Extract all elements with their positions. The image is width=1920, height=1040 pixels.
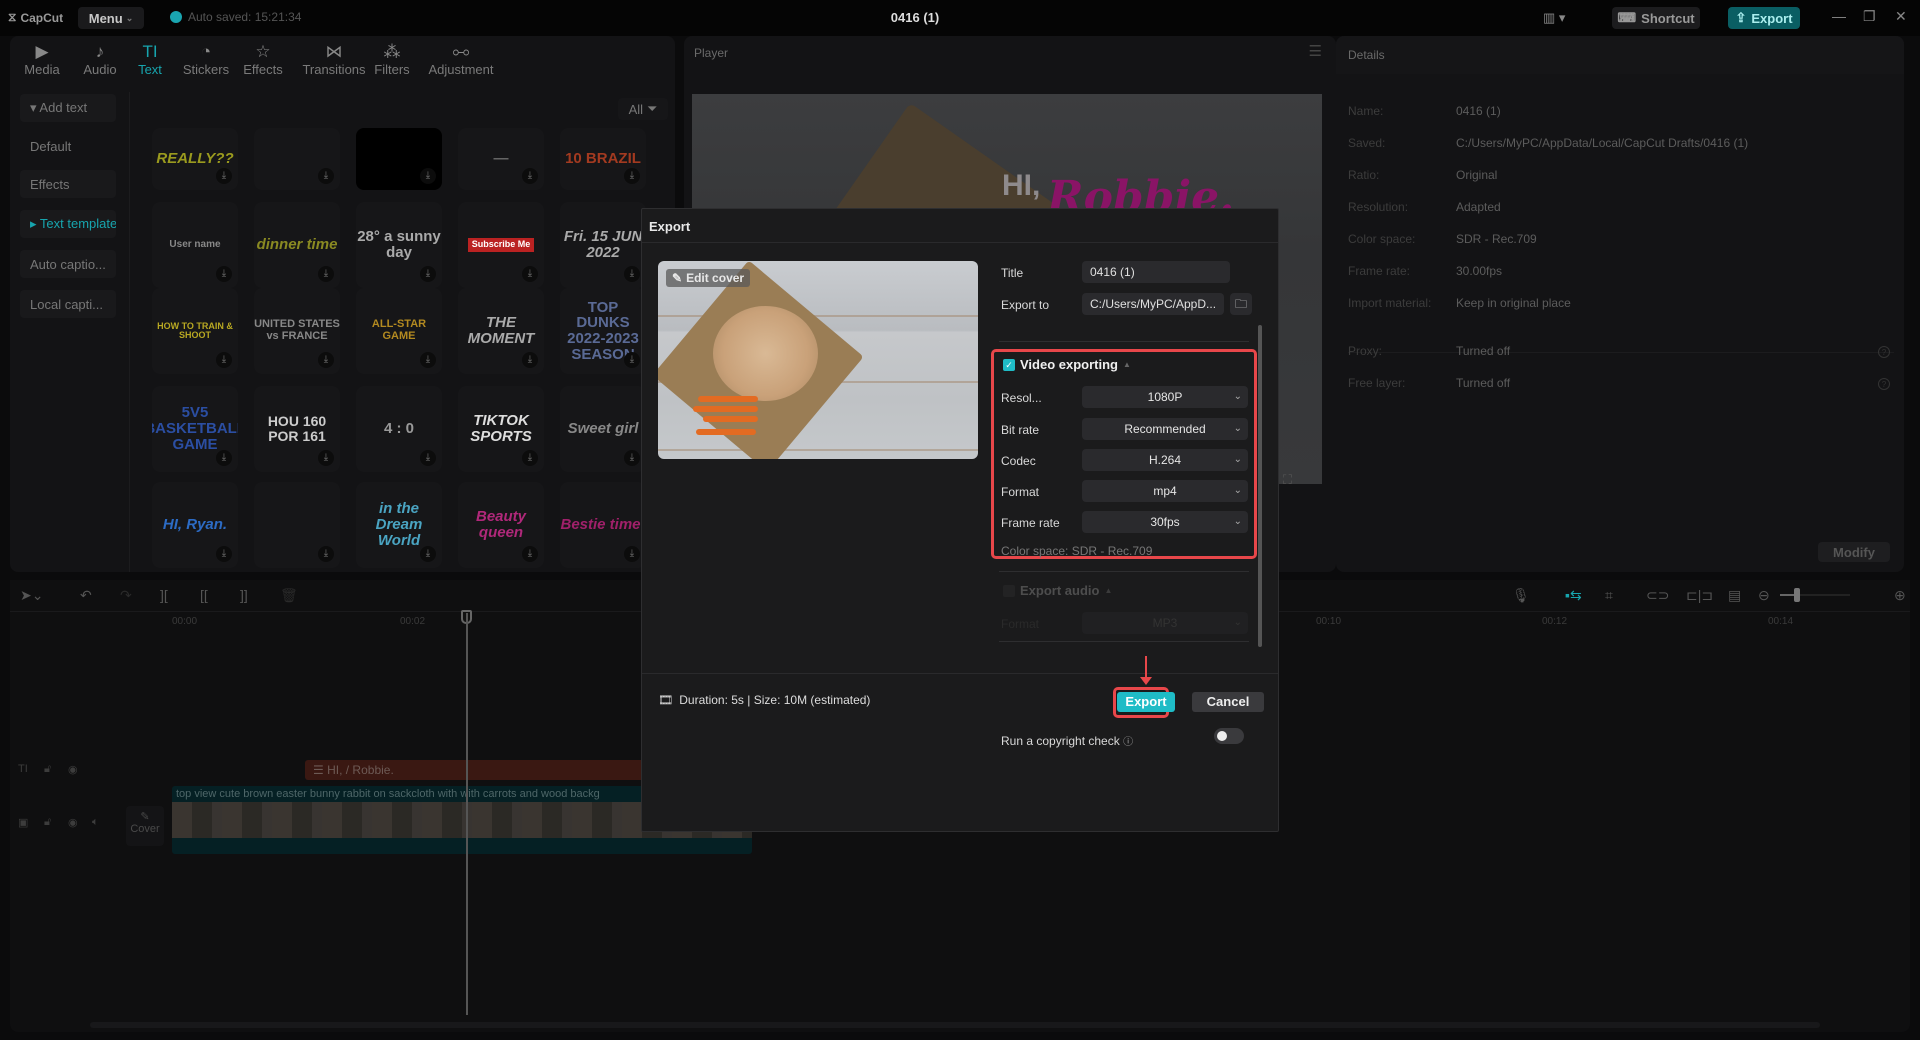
export-audio-toggle[interactable]: Export audio ▲ — [1003, 583, 1112, 598]
capcut-app: ⧖ CapCut Menu ⌄ Auto saved: 15:21:34 0416 … — [0, 0, 1920, 1040]
annotation-arrow-head — [1140, 677, 1152, 685]
carrot-graphic — [703, 416, 758, 422]
bunny-graphic — [713, 306, 818, 401]
dialog-scrollbar[interactable] — [1258, 325, 1262, 647]
chevron-down-icon: ⌄ — [1233, 516, 1242, 527]
title-label: Title — [1001, 266, 1024, 280]
chevron-down-icon: ⌄ — [1233, 391, 1242, 402]
dialog-title: Export — [649, 219, 691, 234]
bit-rate-select[interactable]: Recommended ⌄ — [1082, 418, 1248, 440]
folder-icon[interactable]: 🗀 — [1230, 293, 1252, 315]
collapse-caret-icon: ▲ — [1104, 586, 1113, 595]
setting-label-codec: Codec — [1001, 454, 1036, 468]
codec-select[interactable]: H.264 ⌄ — [1082, 449, 1248, 471]
footer-divider — [642, 673, 1278, 674]
setting-label-bit-rate: Bit rate — [1001, 423, 1040, 437]
setting-label-format: Format — [1001, 485, 1040, 499]
help-icon[interactable]: ⓘ — [1123, 737, 1133, 748]
toggle-knob — [1217, 731, 1227, 741]
carrot-graphic — [696, 429, 756, 435]
chevron-down-icon: ⌄ — [1233, 485, 1242, 496]
pencil-icon: ✎ — [672, 271, 683, 285]
wood-plank-line — [658, 449, 978, 451]
setting-label-frame-rate: Frame rate — [1001, 516, 1060, 530]
cancel-button[interactable]: Cancel — [1192, 692, 1264, 712]
export-button[interactable]: Export — [1117, 692, 1175, 712]
chevron-down-icon: ⌄ — [1233, 617, 1242, 628]
carrot-graphic — [693, 406, 758, 412]
video-exporting-toggle[interactable]: ✓ Video exporting ▲ — [1003, 357, 1131, 372]
export-to-label: Export to — [1001, 298, 1050, 312]
copyright-label: Run a copyright check ⓘ — [1001, 734, 1134, 748]
copyright-toggle[interactable] — [1214, 728, 1244, 744]
frame-rate-select[interactable]: 30fps ⌄ — [1082, 511, 1248, 533]
export-dialog: Export ✎Edit cover Title Export to C:/Us… — [641, 208, 1279, 832]
dialog-header — [642, 209, 1278, 243]
color-space-note: Color space: SDR - Rec.709 — [1001, 544, 1153, 558]
checkbox-unchecked-icon[interactable] — [1003, 584, 1015, 597]
audio-format-select[interactable]: MP3 ⌄ — [1082, 612, 1248, 634]
divider — [999, 571, 1249, 572]
film-icon: 🎞 — [658, 693, 674, 707]
chevron-down-icon: ⌄ — [1233, 423, 1242, 434]
cover-thumbnail[interactable]: ✎ Edit cover — [658, 261, 978, 459]
duration-size-info: 🎞 Duration: 5s | Size: 10M (estimated) — [658, 693, 871, 707]
divider — [999, 641, 1249, 642]
collapse-caret-icon[interactable]: ▲ — [1123, 360, 1131, 369]
export-path-field[interactable]: C:/Users/MyPC/AppD... — [1082, 293, 1224, 315]
title-input[interactable] — [1082, 261, 1230, 283]
carrot-graphic — [698, 396, 758, 402]
divider — [999, 341, 1249, 342]
setting-label-resolution: Resol... — [1001, 391, 1042, 405]
edit-cover-button[interactable]: ✎ Edit cover — [666, 269, 751, 287]
checkbox-checked-icon[interactable]: ✓ — [1003, 358, 1015, 371]
resolution-select[interactable]: 1080P ⌄ — [1082, 386, 1248, 408]
audio-format-label: Format — [1001, 617, 1040, 631]
format-select[interactable]: mp4 ⌄ — [1082, 480, 1248, 502]
chevron-down-icon: ⌄ — [1233, 454, 1242, 465]
